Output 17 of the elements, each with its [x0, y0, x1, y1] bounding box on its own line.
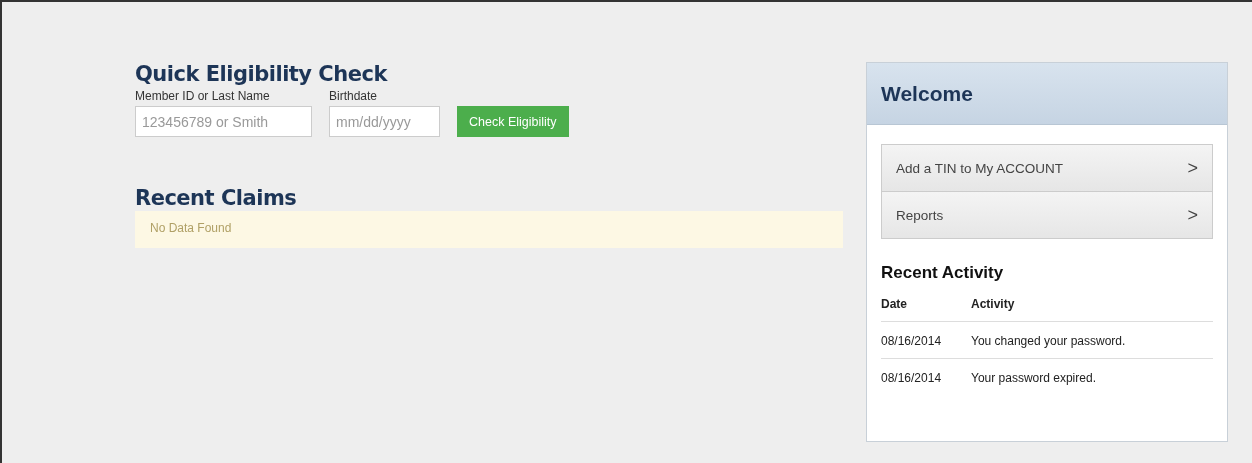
column-header: Activity: [971, 291, 1213, 322]
section-title: Quick Eligibility Check: [135, 61, 389, 87]
table-cell: Your password expired.: [971, 358, 1213, 395]
field-label: Member ID or Last Name: [135, 89, 271, 104]
table-cell: You changed your password.: [971, 321, 1213, 359]
table-cell: 08/16/2014: [881, 358, 971, 395]
activity-title: Recent Activity: [881, 263, 1005, 283]
menu-link[interactable]: Reports >: [882, 191, 1212, 238]
table-cell: 08/16/2014: [881, 321, 971, 359]
section-title: Recent Claims: [135, 185, 298, 211]
menu-link[interactable]: Add a TIN to My ACCOUNT >: [882, 145, 1212, 191]
column-header: Date: [881, 291, 971, 322]
member-input-field[interactable]: 123456789 or Smith: [135, 106, 312, 137]
birthdate-input-field[interactable]: mm/dd/yyyy: [329, 106, 440, 137]
empty-message: No Data Found: [135, 211, 843, 248]
field-label: Birthdate: [329, 89, 379, 104]
panel-title: Welcome: [881, 81, 973, 106]
